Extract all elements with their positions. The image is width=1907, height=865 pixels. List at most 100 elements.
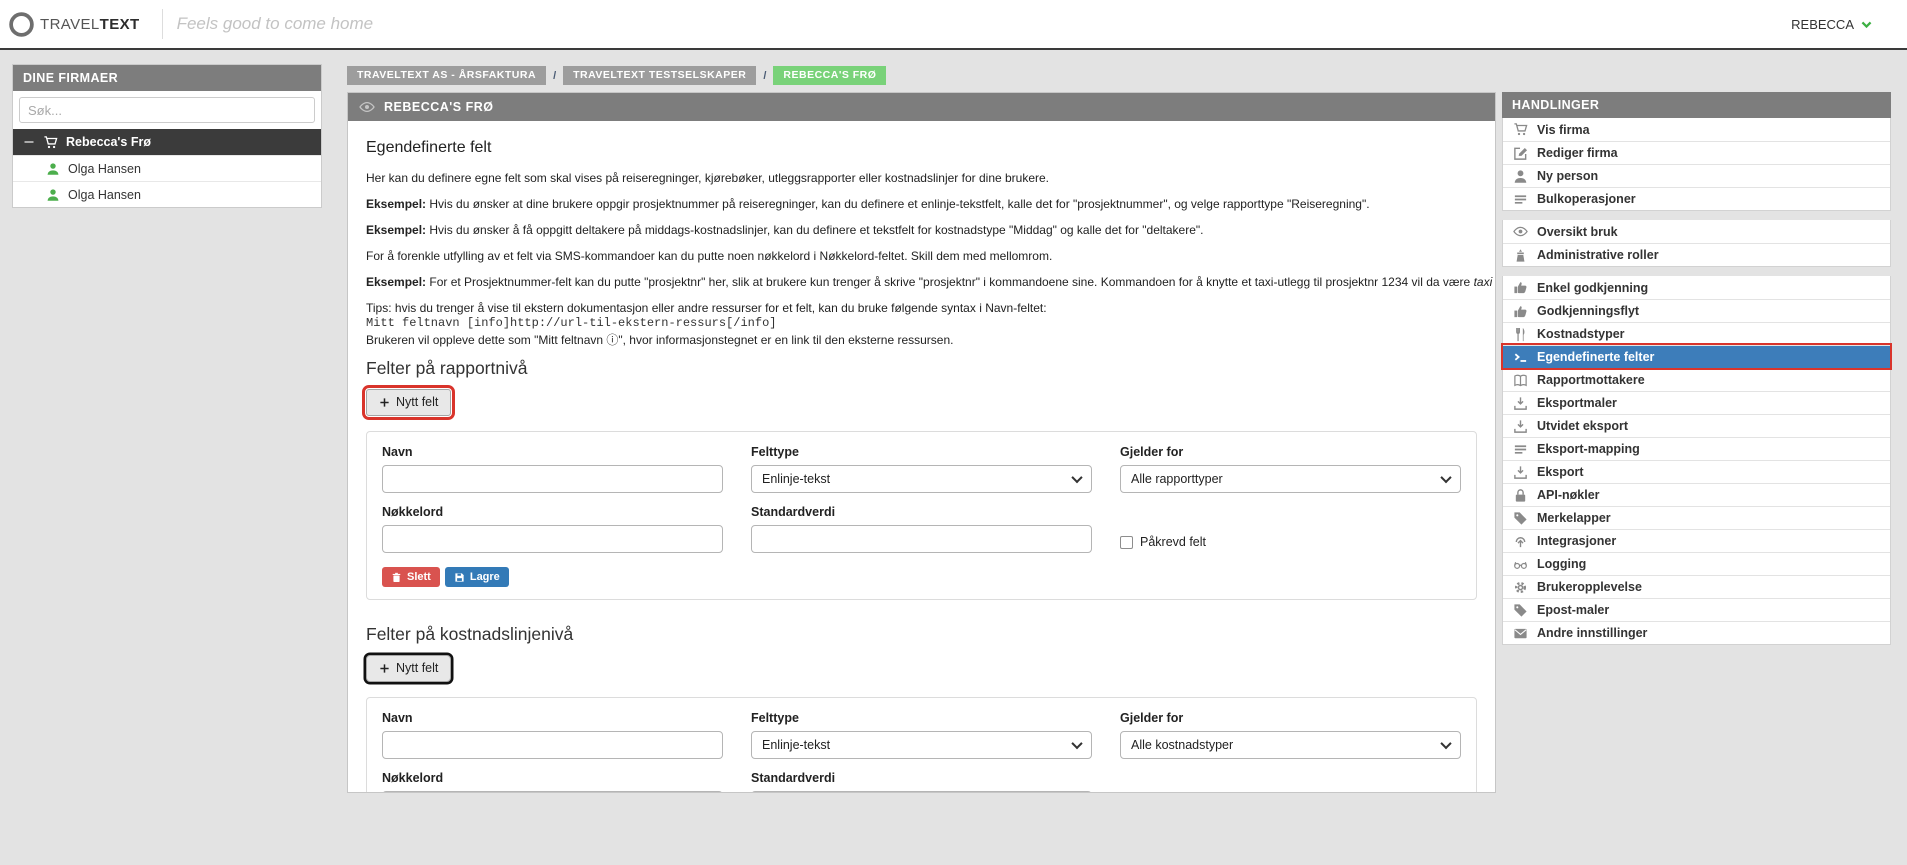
breadcrumb: TRAVELTEXT AS - ÅRSFAKTURA / TRAVELTEXT … bbox=[347, 66, 886, 85]
cost-applies-select[interactable]: Alle kostnadstyper bbox=[1120, 731, 1461, 759]
podium-icon bbox=[1513, 248, 1528, 263]
thumb-icon bbox=[1513, 304, 1528, 319]
breadcrumb-item-subgroup[interactable]: TRAVELTEXT TESTSELSKAPER bbox=[563, 66, 756, 85]
collapse-icon[interactable] bbox=[23, 136, 35, 148]
cost-default-cell: Standardverdi bbox=[751, 771, 1092, 793]
export-icon bbox=[1513, 396, 1528, 411]
report-keyword-input[interactable] bbox=[382, 525, 723, 553]
cost-applies-label: Gjelder for bbox=[1120, 711, 1461, 725]
tips-end-text: Brukeren vil oppleve dette som "Mitt fel… bbox=[366, 331, 1477, 348]
companies-sidebar-title: DINE FIRMAER bbox=[13, 65, 321, 91]
report-name-input[interactable] bbox=[382, 465, 723, 493]
action-item-epost-maler[interactable]: Epost-maler bbox=[1503, 598, 1890, 621]
checkbox-icon bbox=[1120, 536, 1133, 549]
action-item-utvidet-eksport[interactable]: Utvidet eksport bbox=[1503, 414, 1890, 437]
company-panel: REBECCA'S FRØ Egendefinerte felt Her kan… bbox=[347, 92, 1496, 793]
action-item-vis-firma[interactable]: Vis firma bbox=[1503, 118, 1890, 141]
terminal-icon bbox=[1513, 350, 1528, 365]
book-icon bbox=[1513, 373, 1528, 388]
report-applies-label: Gjelder for bbox=[1120, 445, 1461, 459]
companies-sidebar: DINE FIRMAER Rebecca's Frø Olga Hansen O… bbox=[12, 64, 322, 208]
eye-icon bbox=[359, 99, 375, 115]
cost-fieldtype-select[interactable]: Enlinje-tekst bbox=[751, 731, 1092, 759]
custom-fields-heading: Egendefinerte felt bbox=[366, 139, 1477, 157]
new-report-field-button[interactable]: Nytt felt bbox=[366, 389, 451, 416]
header-divider bbox=[162, 9, 163, 39]
cost-name-input[interactable] bbox=[382, 731, 723, 759]
cost-keyword-input[interactable] bbox=[382, 791, 723, 793]
action-item-integrasjoner[interactable]: Integrasjoner bbox=[1503, 529, 1890, 552]
top-header: TRAVELTEXT Feels good to come home REBEC… bbox=[0, 0, 1907, 50]
company-panel-header: REBECCA'S FRØ bbox=[348, 93, 1495, 121]
company-search-wrap bbox=[13, 91, 321, 129]
action-item-rapportmottakere[interactable]: Rapportmottakere bbox=[1503, 368, 1890, 391]
cost-keyword-cell: Nøkkelord bbox=[382, 771, 723, 793]
action-item-logging[interactable]: Logging bbox=[1503, 552, 1890, 575]
tree-company-row[interactable]: Rebecca's Frø bbox=[13, 129, 321, 155]
report-applies-select[interactable]: Alle rapporttyper bbox=[1120, 465, 1461, 493]
new-cost-field-button[interactable]: Nytt felt bbox=[366, 655, 451, 682]
action-item-administrative-roller[interactable]: Administrative roller bbox=[1503, 243, 1890, 266]
company-search-input[interactable] bbox=[19, 97, 315, 123]
cost-fields-heading: Felter på kostnadslinjenivå bbox=[366, 624, 1477, 645]
action-item-eksport[interactable]: Eksport bbox=[1503, 460, 1890, 483]
save-report-field-button[interactable]: Lagre bbox=[445, 567, 509, 587]
thumb-icon bbox=[1513, 280, 1528, 295]
action-item-rediger-firma[interactable]: Rediger firma bbox=[1503, 141, 1890, 164]
action-item-bulkoperasjoner[interactable]: Bulkoperasjoner bbox=[1503, 187, 1890, 210]
person-name: Olga Hansen bbox=[68, 162, 141, 176]
action-item-godkjenningsflyt[interactable]: Godkjenningsflyt bbox=[1503, 299, 1890, 322]
report-default-label: Standardverdi bbox=[751, 505, 1092, 519]
person-row[interactable]: Olga Hansen bbox=[13, 181, 321, 207]
cart-icon bbox=[43, 135, 58, 150]
action-item-kostnadstyper[interactable]: Kostnadstyper bbox=[1503, 322, 1890, 345]
action-item-ny-person[interactable]: Ny person bbox=[1503, 164, 1890, 187]
cost-name-label: Navn bbox=[382, 711, 723, 725]
list-icon bbox=[1513, 192, 1528, 207]
tag-icon bbox=[1513, 603, 1528, 618]
report-required-checkbox[interactable]: Påkrevd felt bbox=[1120, 531, 1461, 553]
select-chevron-icon bbox=[1440, 738, 1451, 749]
plus-icon bbox=[379, 663, 390, 674]
company-name: Rebecca's Frø bbox=[66, 135, 151, 149]
cost-field-form: Navn Felttype Enlinje-tekst Gjelder for … bbox=[366, 697, 1477, 793]
example-2: Eksempel: Hvis du ønsker å få oppgitt de… bbox=[366, 223, 1477, 237]
brand-name: TRAVELTEXT bbox=[40, 16, 140, 33]
cost-fieldtype-cell: Felttype Enlinje-tekst bbox=[751, 711, 1092, 759]
actions-sidebar: HANDLINGER Vis firma Rediger firma Ny pe… bbox=[1502, 92, 1891, 654]
tips-text: Tips: hvis du trenger å vise til ekstern… bbox=[366, 301, 1477, 315]
delete-report-field-button[interactable]: Slett bbox=[382, 567, 440, 587]
person-icon bbox=[46, 188, 60, 202]
gear-icon bbox=[1513, 580, 1528, 595]
cost-default-input[interactable] bbox=[751, 791, 1092, 793]
report-form-buttons: Slett Lagre bbox=[382, 567, 1461, 587]
report-applies-cell: Gjelder for Alle rapporttyper bbox=[1120, 445, 1461, 493]
action-item-eksportmaler[interactable]: Eksportmaler bbox=[1503, 391, 1890, 414]
breadcrumb-item-current[interactable]: REBECCA'S FRØ bbox=[773, 66, 886, 85]
breadcrumb-separator: / bbox=[763, 70, 766, 82]
action-item-enkel-godkjenning[interactable]: Enkel godkjenning bbox=[1503, 276, 1890, 299]
cloud-up-icon bbox=[1513, 534, 1528, 549]
report-default-cell: Standardverdi bbox=[751, 505, 1092, 553]
cost-name-cell: Navn bbox=[382, 711, 723, 759]
trash-icon bbox=[391, 572, 402, 583]
example-3: Eksempel: For et Prosjektnummer-felt kan… bbox=[366, 275, 1477, 289]
report-fieldtype-select[interactable]: Enlinje-tekst bbox=[751, 465, 1092, 493]
user-menu[interactable]: REBECCA bbox=[1791, 17, 1873, 32]
action-item-egendefinerte-felter[interactable]: Egendefinerte felter bbox=[1503, 345, 1890, 368]
export-icon bbox=[1513, 465, 1528, 480]
action-item-brukeropplevelse[interactable]: Brukeropplevelse bbox=[1503, 575, 1890, 598]
save-icon bbox=[454, 572, 465, 583]
brand: TRAVELTEXT bbox=[8, 11, 140, 38]
action-item-api-nøkler[interactable]: API-nøkler bbox=[1503, 483, 1890, 506]
cost-keyword-label: Nøkkelord bbox=[382, 771, 723, 785]
sms-note: For å forenkle utfylling av et felt via … bbox=[366, 249, 1477, 263]
action-item-oversikt-bruk[interactable]: Oversikt bruk bbox=[1503, 220, 1890, 243]
action-item-andre-innstillinger[interactable]: Andre innstillinger bbox=[1503, 621, 1890, 644]
breadcrumb-item-company-group[interactable]: TRAVELTEXT AS - ÅRSFAKTURA bbox=[347, 66, 546, 85]
person-row[interactable]: Olga Hansen bbox=[13, 155, 321, 181]
action-item-merkelapper[interactable]: Merkelapper bbox=[1503, 506, 1890, 529]
report-default-input[interactable] bbox=[751, 525, 1092, 553]
action-item-eksport-mapping[interactable]: Eksport-mapping bbox=[1503, 437, 1890, 460]
user-name: REBECCA bbox=[1791, 17, 1854, 32]
